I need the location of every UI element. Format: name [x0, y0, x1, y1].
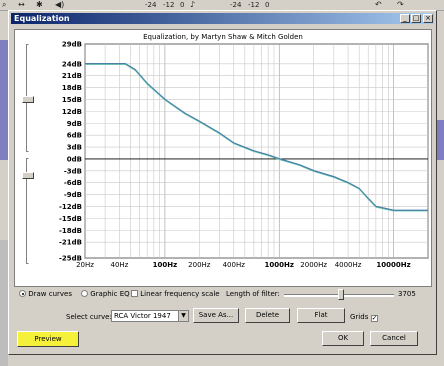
- microphone-icon[interactable]: ♪: [190, 1, 198, 9]
- grids-label: Grids: [350, 313, 369, 321]
- dialog-title: Equalization: [14, 14, 70, 23]
- x-tick-label: 4000Hz: [335, 261, 362, 269]
- draw-curves-radio[interactable]: [19, 290, 26, 297]
- linear-frequency-option[interactable]: Linear frequency scale: [131, 290, 220, 298]
- filter-length-value: 3705: [398, 290, 416, 298]
- x-tick-label: 400Hz: [223, 261, 246, 269]
- background-track: [437, 120, 444, 160]
- y-tick-label: -3dB: [64, 167, 82, 175]
- ok-button[interactable]: OK: [322, 331, 364, 346]
- y-tick-label: 3dB: [67, 144, 82, 152]
- maximize-button[interactable]: □: [411, 14, 421, 23]
- curve-select[interactable]: RCA Victor 1947 ▼: [111, 310, 189, 322]
- y-tick-label: 29dB: [62, 41, 82, 49]
- meter-label: 0: [180, 1, 185, 9]
- eq-chart[interactable]: 29dB 24dB 21dB 18dB 15dB 12dB 9dB 6dB 3dB 0dB -3dB…: [15, 30, 431, 286]
- undo-icon[interactable]: ↶: [375, 1, 383, 9]
- y-tick-label: 18dB: [62, 84, 82, 92]
- preview-button[interactable]: Preview: [17, 331, 79, 347]
- y-tick-label: -21dB: [59, 239, 82, 247]
- y-tick-label: 15dB: [62, 96, 82, 104]
- x-tick-label: 100Hz: [153, 261, 178, 269]
- y-tick-label: 24dB: [62, 60, 82, 68]
- filter-length-label: Length of filter:: [226, 290, 280, 298]
- background-panel: [0, 240, 8, 366]
- timeshift-icon[interactable]: ↔: [18, 1, 26, 9]
- multi-tool-icon[interactable]: ✱: [36, 1, 44, 9]
- draw-curves-option[interactable]: Draw curves: [19, 290, 72, 298]
- x-tick-label: 2000Hz: [300, 261, 327, 269]
- x-tick-label: 40Hz: [110, 261, 128, 269]
- x-tick-label: 1000Hz: [265, 261, 294, 269]
- y-tick-label: -15dB: [59, 215, 82, 223]
- meter-label: -24: [230, 1, 242, 9]
- x-tick-label: 10000Hz: [376, 261, 410, 269]
- minimize-button[interactable]: _: [400, 14, 410, 23]
- graphic-eq-radio[interactable]: [81, 290, 88, 297]
- cancel-button[interactable]: Cancel: [370, 331, 418, 346]
- x-tick-label: 200Hz: [188, 261, 211, 269]
- grids-checkbox[interactable]: ✓: [370, 315, 378, 322]
- y-tick-label: 21dB: [62, 72, 82, 80]
- y-tick-label: 6dB: [67, 132, 82, 140]
- grids-option[interactable]: Grids ✓: [350, 313, 378, 322]
- chevron-down-icon[interactable]: ▼: [178, 311, 188, 321]
- filter-length-thumb[interactable]: [338, 289, 345, 300]
- y-tick-label: -12dB: [59, 203, 82, 211]
- background-track: [0, 40, 8, 160]
- y-tick-label: -9dB: [64, 191, 82, 199]
- y-tick-label: 9dB: [67, 120, 82, 128]
- title-bar[interactable]: Equalization _ □ ×: [11, 13, 434, 24]
- draw-curves-label: Draw curves: [28, 290, 73, 298]
- meter-label: 0: [265, 1, 270, 9]
- flat-button[interactable]: Flat: [297, 308, 345, 323]
- eq-plot-panel: Equalization, by Martyn Shaw & Mitch Gol…: [14, 29, 432, 287]
- graphic-eq-label: Graphic EQ: [90, 290, 130, 298]
- x-tick-label: 20Hz: [76, 261, 94, 269]
- meter-label: -12: [163, 1, 175, 9]
- equalization-dialog: Equalization _ □ × Equalization, by Mart…: [8, 10, 437, 355]
- select-curve-label: Select curve:: [66, 313, 112, 321]
- curve-select-value: RCA Victor 1947: [114, 312, 171, 320]
- graphic-eq-option[interactable]: Graphic EQ: [81, 290, 130, 298]
- delete-button[interactable]: Delete: [245, 308, 290, 323]
- redo-icon[interactable]: ↷: [397, 1, 405, 9]
- linear-frequency-label: Linear frequency scale: [140, 290, 220, 298]
- meter-label: -12: [248, 1, 260, 9]
- speaker-icon[interactable]: ◀): [55, 1, 64, 9]
- linear-frequency-checkbox[interactable]: [131, 290, 138, 297]
- y-tick-label: -18dB: [59, 227, 82, 235]
- close-button[interactable]: ×: [423, 14, 433, 23]
- zoom-icon[interactable]: ⌕: [2, 1, 10, 9]
- y-tick-label: 12dB: [62, 108, 82, 116]
- y-tick-label: -6dB: [64, 179, 82, 187]
- meter-label: -24: [145, 1, 157, 9]
- y-tick-label: 0dB: [67, 155, 82, 163]
- save-as-button[interactable]: Save As...: [193, 308, 239, 323]
